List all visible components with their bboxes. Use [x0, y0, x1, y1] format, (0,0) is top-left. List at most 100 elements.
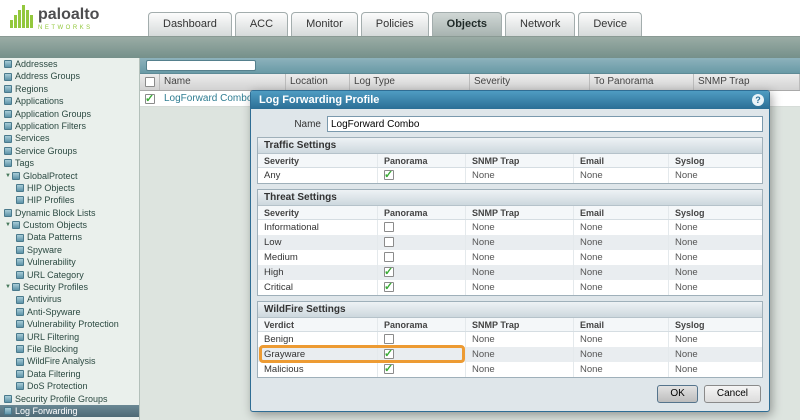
email-value[interactable]: None: [574, 250, 669, 265]
syslog-value[interactable]: None: [669, 220, 762, 235]
expand-arrow-icon[interactable]: ▼: [4, 170, 12, 182]
sidebar-item-dos-protection[interactable]: DoS Protection: [0, 380, 139, 392]
sidebar-item-url-category[interactable]: URL Category: [0, 269, 139, 281]
sidebar-item-security-profile-groups[interactable]: Security Profile Groups: [0, 393, 139, 405]
sidebar-item-label: Spyware: [27, 244, 62, 256]
sidebar-item-custom-objects[interactable]: ▼Custom Objects: [0, 219, 139, 231]
tab-objects[interactable]: Objects: [432, 12, 502, 36]
syslog-value[interactable]: None: [669, 347, 762, 362]
sidebar-item-log-forwarding[interactable]: Log Forwarding: [0, 405, 139, 417]
email-value[interactable]: None: [574, 332, 669, 347]
high-panorama-checkbox[interactable]: [384, 267, 394, 277]
sidebar-item-regions[interactable]: Regions: [0, 83, 139, 95]
sidebar-item-anti-spyware[interactable]: Anti-Spyware: [0, 306, 139, 318]
email-value[interactable]: None: [574, 265, 669, 280]
sidebar-item-hip-objects[interactable]: HIP Objects: [0, 182, 139, 194]
syslog-value[interactable]: None: [669, 250, 762, 265]
profile-name-input[interactable]: [327, 116, 763, 132]
column-header-severity[interactable]: Severity: [470, 74, 590, 90]
sidebar-item-tags[interactable]: Tags: [0, 157, 139, 169]
column-header-to-panorama[interactable]: To Panorama: [590, 74, 694, 90]
sidebar-item-applications[interactable]: Applications: [0, 95, 139, 107]
critical-panorama-checkbox[interactable]: [384, 282, 394, 292]
tab-acc[interactable]: ACC: [235, 12, 288, 36]
tab-network[interactable]: Network: [505, 12, 575, 36]
sidebar-item-addresses[interactable]: Addresses: [0, 58, 139, 70]
section-row-high: HighNoneNoneNone: [258, 265, 762, 280]
col-snmp-trap: SNMP Trap: [466, 206, 574, 219]
expand-arrow-icon[interactable]: ▼: [4, 219, 12, 231]
syslog-value[interactable]: None: [669, 265, 762, 280]
panorama-cell: [378, 362, 466, 377]
snmp-value[interactable]: None: [466, 220, 574, 235]
sidebar-item-data-filtering[interactable]: Data Filtering: [0, 368, 139, 380]
sidebar-item-label: Tags: [15, 157, 34, 169]
email-value[interactable]: None: [574, 235, 669, 250]
dialog-title-bar[interactable]: Log Forwarding Profile ?: [251, 91, 769, 109]
tab-monitor[interactable]: Monitor: [291, 12, 358, 36]
cancel-button[interactable]: Cancel: [704, 385, 761, 403]
service-groups-icon: [4, 147, 12, 155]
sidebar-item-application-groups[interactable]: Application Groups: [0, 108, 139, 120]
snmp-value[interactable]: None: [466, 265, 574, 280]
sidebar-item-vulnerability-protection[interactable]: Vulnerability Protection: [0, 318, 139, 330]
snmp-value[interactable]: None: [466, 362, 574, 377]
sidebar-item-application-filters[interactable]: Application Filters: [0, 120, 139, 132]
sidebar-item-dynamic-block-lists[interactable]: Dynamic Block Lists: [0, 207, 139, 219]
snmp-value[interactable]: None: [466, 168, 574, 183]
snmp-value[interactable]: None: [466, 332, 574, 347]
medium-panorama-checkbox[interactable]: [384, 252, 394, 262]
malicious-panorama-checkbox[interactable]: [384, 364, 394, 374]
sidebar-item-wildfire-analysis[interactable]: WildFire Analysis: [0, 355, 139, 367]
email-value[interactable]: None: [574, 362, 669, 377]
snmp-value[interactable]: None: [466, 347, 574, 362]
syslog-value[interactable]: None: [669, 168, 762, 183]
row-checkbox[interactable]: [145, 94, 155, 104]
snmp-value[interactable]: None: [466, 250, 574, 265]
sidebar-item-antivirus[interactable]: Antivirus: [0, 293, 139, 305]
tab-policies[interactable]: Policies: [361, 12, 429, 36]
low-panorama-checkbox[interactable]: [384, 237, 394, 247]
sidebar-item-spyware[interactable]: Spyware: [0, 244, 139, 256]
column-header-location[interactable]: Location: [286, 74, 350, 90]
email-value[interactable]: None: [574, 280, 669, 295]
snmp-value[interactable]: None: [466, 280, 574, 295]
sidebar-item-vulnerability[interactable]: Vulnerability: [0, 256, 139, 268]
informational-panorama-checkbox[interactable]: [384, 222, 394, 232]
syslog-value[interactable]: None: [669, 332, 762, 347]
tab-device[interactable]: Device: [578, 12, 642, 36]
help-icon[interactable]: ?: [752, 94, 764, 106]
syslog-value[interactable]: None: [669, 362, 762, 377]
sidebar-item-url-filtering[interactable]: URL Filtering: [0, 331, 139, 343]
grayware-panorama-checkbox[interactable]: [384, 349, 394, 359]
sidebar-item-address-groups[interactable]: Address Groups: [0, 70, 139, 82]
column-header-snmp-trap[interactable]: SNMP Trap: [694, 74, 800, 90]
syslog-value[interactable]: None: [669, 280, 762, 295]
tab-dashboard[interactable]: Dashboard: [148, 12, 232, 36]
email-value[interactable]: None: [574, 347, 669, 362]
sidebar-item-label: Applications: [15, 95, 64, 107]
email-value[interactable]: None: [574, 168, 669, 183]
sidebar-item-file-blocking[interactable]: File Blocking: [0, 343, 139, 355]
sidebar-item-service-groups[interactable]: Service Groups: [0, 145, 139, 157]
benign-panorama-checkbox[interactable]: [384, 334, 394, 344]
ok-button[interactable]: OK: [657, 385, 697, 403]
any-panorama-checkbox[interactable]: [384, 170, 394, 180]
brand-name: paloalto: [38, 7, 99, 23]
column-header-log-type[interactable]: Log Type: [350, 74, 470, 90]
syslog-value[interactable]: None: [669, 235, 762, 250]
globalprotect-icon: [12, 172, 20, 180]
sidebar-item-services[interactable]: Services: [0, 132, 139, 144]
sidebar-item-security-profiles[interactable]: ▼Security Profiles: [0, 281, 139, 293]
sidebar-item-hip-profiles[interactable]: HIP Profiles: [0, 194, 139, 206]
snmp-value[interactable]: None: [466, 235, 574, 250]
filter-input[interactable]: [146, 60, 256, 71]
email-value[interactable]: None: [574, 220, 669, 235]
select-all-checkbox[interactable]: [145, 77, 155, 87]
sidebar-item-label: Data Patterns: [27, 231, 82, 243]
col-panorama: Panorama: [378, 154, 466, 167]
column-header-name[interactable]: Name: [160, 74, 286, 90]
sidebar-item-globalprotect[interactable]: ▼GlobalProtect: [0, 170, 139, 182]
expand-arrow-icon[interactable]: ▼: [4, 281, 12, 293]
sidebar-item-data-patterns[interactable]: Data Patterns: [0, 231, 139, 243]
